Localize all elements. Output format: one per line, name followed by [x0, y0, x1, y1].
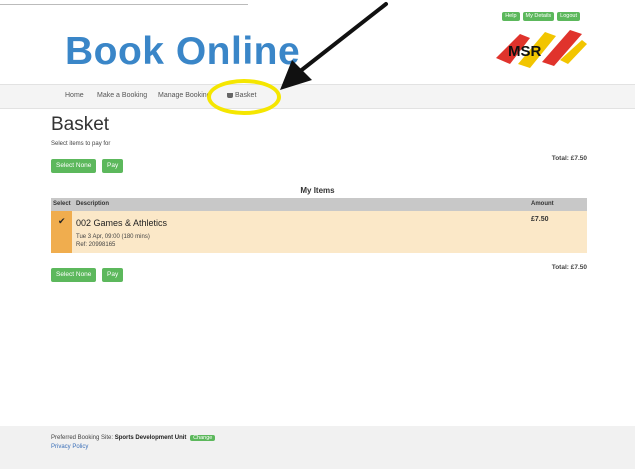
item-title: 002 Games & Athletics	[76, 218, 168, 228]
change-site-button[interactable]: Change	[190, 435, 216, 441]
checkmark-icon: ✔	[58, 216, 66, 226]
column-select: Select	[53, 201, 71, 207]
items-table-header: Select Description Amount	[51, 198, 587, 211]
arrow-annotation-icon	[280, 2, 388, 90]
pay-button[interactable]: Pay	[102, 159, 124, 173]
brand-title: Book Online	[65, 30, 301, 73]
column-amount: Amount	[531, 201, 554, 207]
column-description: Description	[76, 201, 110, 207]
account-links: Help My Details Logout	[502, 12, 580, 21]
site-name: Sports Development Unit	[114, 435, 187, 441]
items-heading: My Items	[300, 186, 335, 195]
select-none-button-bottom[interactable]: Select None	[51, 268, 97, 282]
item-ref: Ref: 20998165	[76, 242, 116, 248]
msr-logo: MSR	[496, 30, 587, 68]
preferred-site: Preferred Booking Site: Sports Developme…	[51, 435, 216, 441]
logo-text: MSR	[508, 43, 542, 60]
total-top: Total: £7.50	[551, 155, 587, 162]
logout-link[interactable]: Logout	[557, 12, 580, 21]
nav-home[interactable]: Home	[65, 92, 84, 99]
select-none-button[interactable]: Select None	[51, 159, 97, 173]
privacy-policy-link[interactable]: Privacy Policy	[51, 444, 88, 450]
row-select-toggle[interactable]: ✔	[51, 211, 72, 253]
nav-manage-booking[interactable]: Manage Booking	[158, 92, 211, 99]
item-amount: £7.50	[531, 216, 549, 223]
table-row: ✔ 002 Games & Athletics Tue 3 Apr, 09:00…	[51, 211, 587, 253]
footer: Preferred Booking Site: Sports Developme…	[0, 426, 635, 469]
top-divider	[0, 4, 248, 5]
nav-make-booking[interactable]: Make a Booking	[97, 92, 147, 99]
site-label: Preferred Booking Site:	[51, 435, 114, 441]
my-details-link[interactable]: My Details	[522, 12, 555, 21]
item-datetime: Tue 3 Apr, 09:00 (180 mins)	[76, 234, 150, 240]
page-title: Basket	[51, 114, 110, 135]
page-subtitle: Select items to pay for	[51, 141, 111, 147]
pay-button-bottom[interactable]: Pay	[102, 268, 124, 282]
total-bottom: Total: £7.50	[551, 264, 587, 271]
help-link[interactable]: Help	[502, 12, 520, 21]
